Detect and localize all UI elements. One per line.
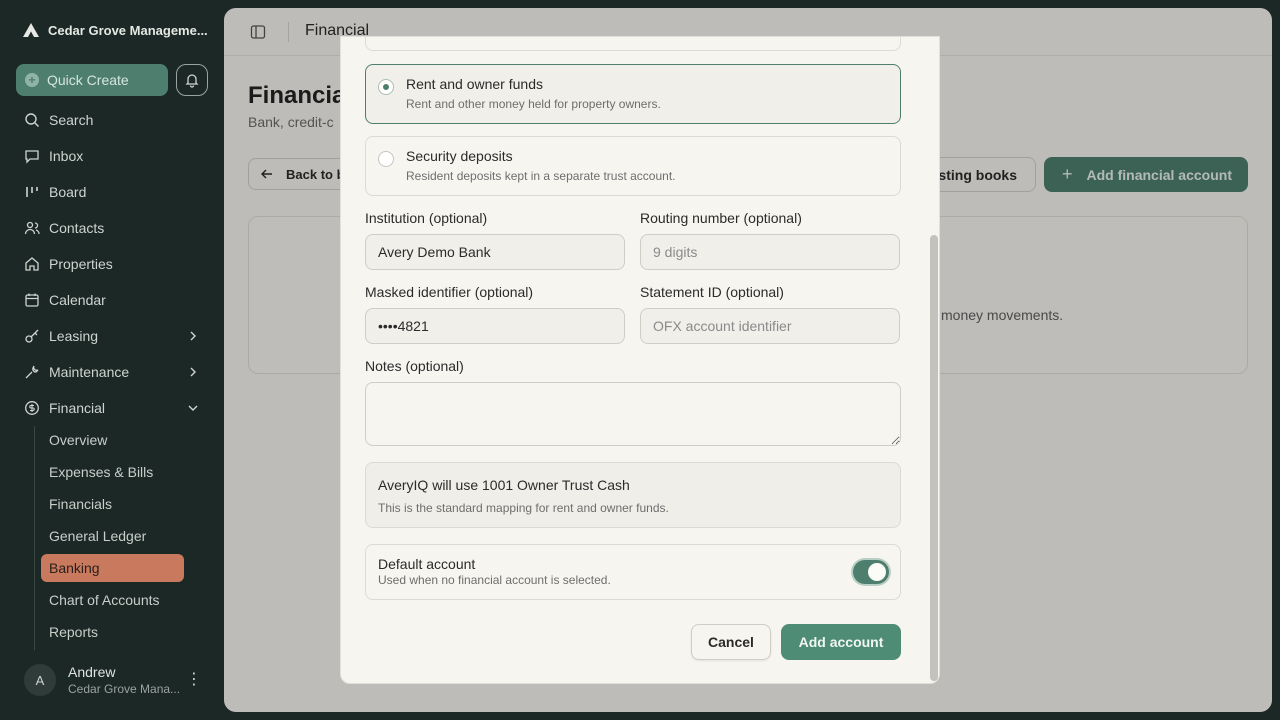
option-title: Security deposits <box>406 148 513 164</box>
subnav-expenses-bills[interactable]: Expenses & Bills <box>49 462 153 482</box>
cancel-button[interactable]: Cancel <box>691 624 771 660</box>
nav-calendar[interactable]: Calendar <box>24 288 200 312</box>
nav-contacts[interactable]: Contacts <box>24 216 200 240</box>
institution-input[interactable] <box>365 234 625 270</box>
routing-number-label: Routing number (optional) <box>640 210 802 226</box>
option-description: Resident deposits kept in a separate tru… <box>406 169 676 183</box>
default-account-title: Default account <box>378 556 476 572</box>
add-account-button[interactable]: Add account <box>781 624 901 660</box>
calendar-icon <box>25 293 39 307</box>
user-profile[interactable]: A Andrew Cedar Grove Mana... <box>24 664 180 696</box>
nav-maintenance[interactable]: Maintenance <box>24 360 200 384</box>
more-vertical-icon[interactable]: ⋮ <box>186 672 202 688</box>
org-name: Cedar Grove Manageme... <box>48 22 208 38</box>
search-icon <box>25 113 39 127</box>
statement-id-label: Statement ID (optional) <box>640 284 784 300</box>
nav-inbox[interactable]: Inbox <box>24 144 200 168</box>
sidebar: Cedar Grove Manageme... + Quick Create S… <box>0 0 224 720</box>
default-account-description: Used when no financial account is select… <box>378 573 611 587</box>
institution-label: Institution (optional) <box>365 210 488 226</box>
org-switcher[interactable]: Cedar Grove Manageme... <box>22 22 212 38</box>
subnav-divider <box>34 426 35 650</box>
users-icon <box>24 221 40 235</box>
mapping-description: This is the standard mapping for rent an… <box>378 501 669 515</box>
wrench-icon <box>25 365 39 379</box>
user-org: Cedar Grove Mana... <box>68 682 181 696</box>
masked-identifier-label: Masked identifier (optional) <box>365 284 534 300</box>
routing-number-input[interactable] <box>640 234 900 270</box>
nav-label: Search <box>49 112 94 128</box>
statement-id-input[interactable] <box>640 308 900 344</box>
nav-board[interactable]: Board <box>24 180 200 204</box>
subnav-chart-of-accounts[interactable]: Chart of Accounts <box>49 590 160 610</box>
dollar-circle-icon <box>25 401 39 415</box>
user-name: Andrew <box>68 664 116 680</box>
masked-identifier-input[interactable] <box>365 308 625 344</box>
radio-unselected[interactable] <box>378 151 394 167</box>
nav-label: Inbox <box>49 148 84 164</box>
logo-icon <box>23 23 39 37</box>
account-type-option-partial[interactable] <box>365 37 901 51</box>
nav-leasing[interactable]: Leasing <box>24 324 200 348</box>
nav-financial[interactable]: Financial <box>24 396 200 420</box>
option-title: Rent and owner funds <box>406 76 543 92</box>
nav-label: Contacts <box>49 220 105 236</box>
nav-label: Financial <box>49 400 106 416</box>
chat-icon <box>25 150 39 164</box>
subnav-banking[interactable]: Banking <box>49 558 100 578</box>
nav-label: Properties <box>49 256 113 272</box>
account-type-option-rent-owner-funds[interactable]: Rent and owner funds Rent and other mone… <box>365 64 901 124</box>
quick-create-button[interactable]: + Quick Create <box>16 64 168 96</box>
chevron-down-icon <box>188 405 198 411</box>
nav-label: Calendar <box>49 292 106 308</box>
radio-selected[interactable] <box>378 79 394 95</box>
board-icon <box>26 187 38 197</box>
nav-properties[interactable]: Properties <box>24 252 200 276</box>
notes-label: Notes (optional) <box>365 358 464 374</box>
chevron-right-icon <box>190 367 196 377</box>
subnav-overview[interactable]: Overview <box>49 430 107 450</box>
quick-create-label: Quick Create <box>47 72 129 88</box>
nav-label: Maintenance <box>49 364 130 380</box>
home-icon <box>25 257 39 271</box>
add-account-modal: Rent and owner funds Rent and other mone… <box>340 36 940 684</box>
default-account-row: Default account Used when no financial a… <box>365 544 901 600</box>
chevron-right-icon <box>190 331 196 341</box>
subnav-reports[interactable]: Reports <box>49 622 98 642</box>
nav-label: Board <box>49 184 87 200</box>
default-account-toggle[interactable] <box>853 560 889 584</box>
subnav-general-ledger[interactable]: General Ledger <box>49 526 146 546</box>
key-icon <box>25 329 39 343</box>
nav-label: Leasing <box>49 328 99 344</box>
notifications-button[interactable] <box>176 64 208 96</box>
mapping-info-box: AveryIQ will use 1001 Owner Trust Cash T… <box>365 462 901 528</box>
option-description: Rent and other money held for property o… <box>406 97 661 111</box>
scrollbar-thumb[interactable] <box>930 235 938 681</box>
nav-search[interactable]: Search <box>24 108 200 132</box>
account-type-option-security-deposits[interactable]: Security deposits Resident deposits kept… <box>365 136 901 196</box>
plus-icon: + <box>25 73 39 87</box>
mapping-title: AveryIQ will use 1001 Owner Trust Cash <box>378 477 630 493</box>
notes-textarea[interactable] <box>365 382 901 446</box>
toggle-knob <box>868 563 886 581</box>
subnav-financials[interactable]: Financials <box>49 494 112 514</box>
bell-icon <box>185 74 199 88</box>
avatar: A <box>24 664 56 696</box>
